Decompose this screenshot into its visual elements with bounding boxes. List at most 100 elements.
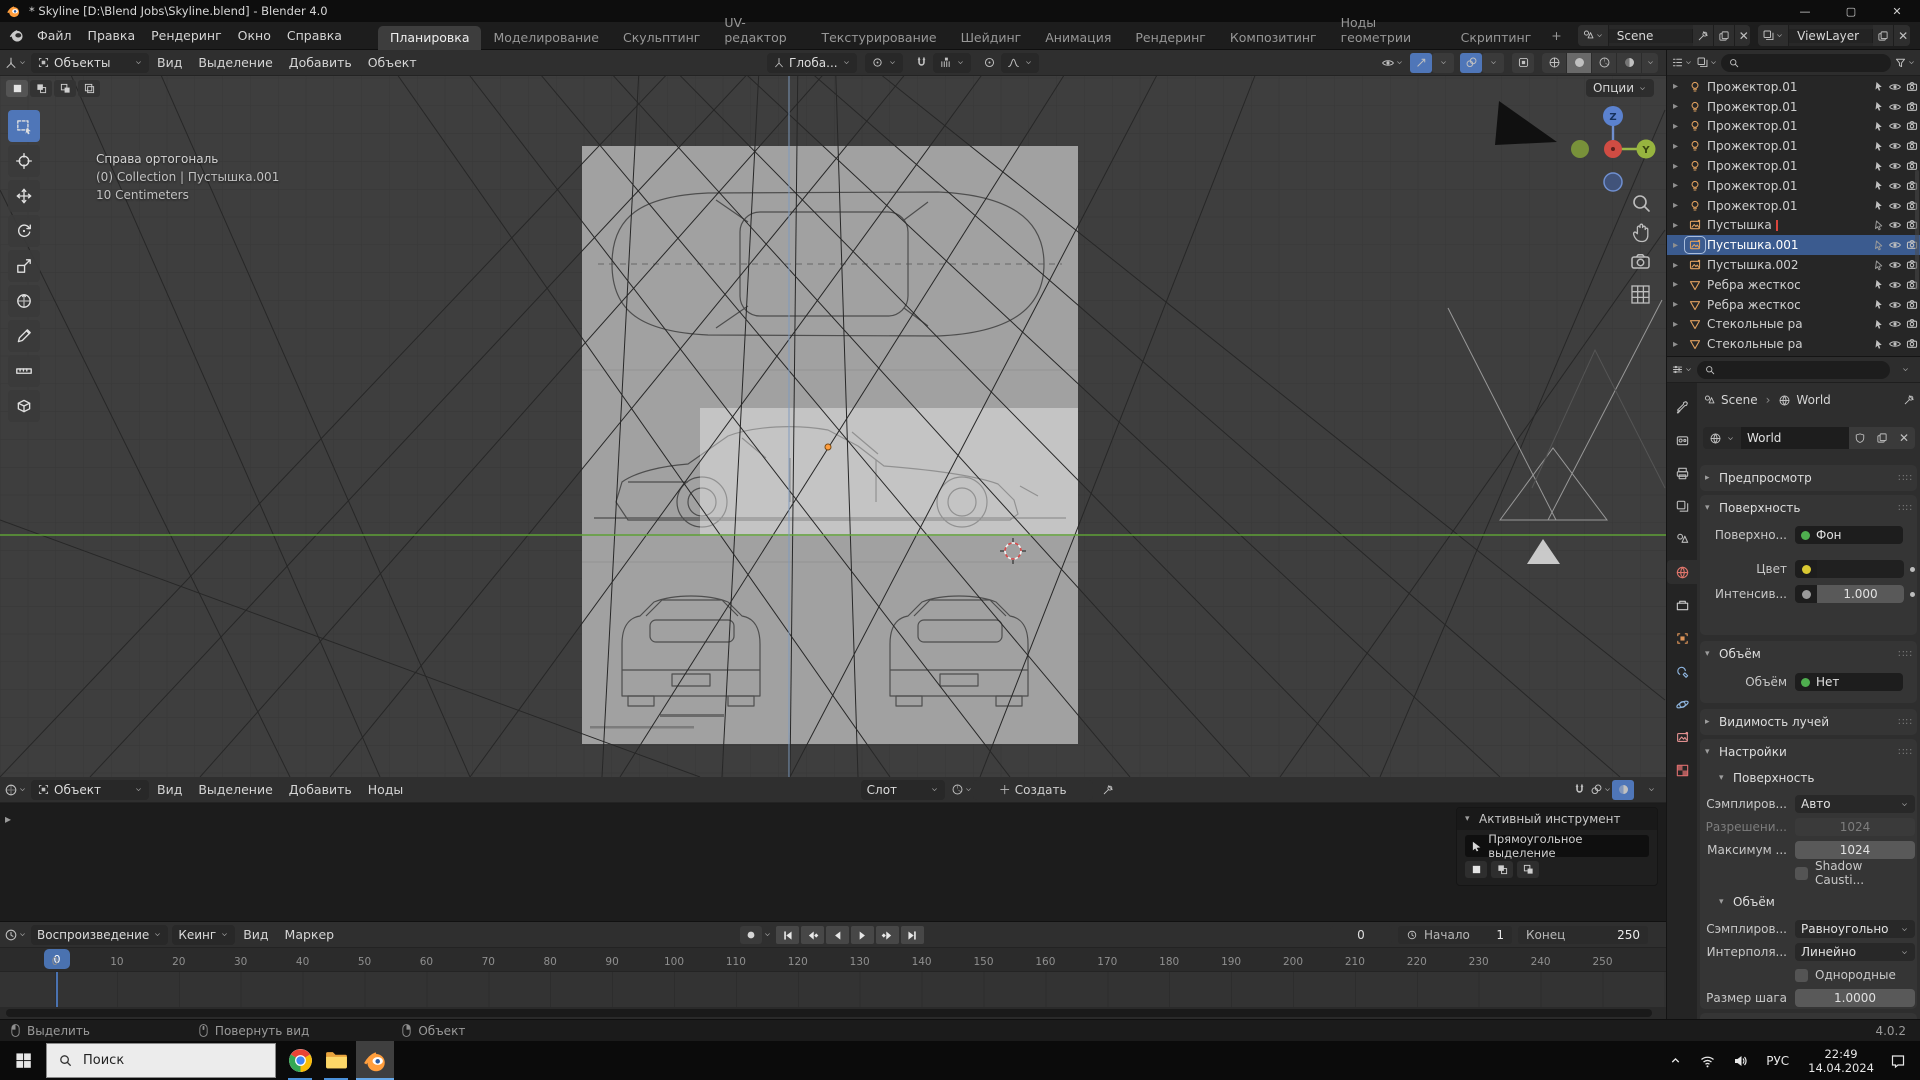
viewlayer-name[interactable]: ViewLayer [1789, 29, 1873, 43]
subpanel-volume[interactable]: ▾Объём [1719, 890, 1913, 914]
selectable-toggle-icon[interactable] [1872, 338, 1885, 351]
viewport-menu-3[interactable]: Объект [360, 50, 425, 77]
expand-icon[interactable]: ▸ [1673, 180, 1686, 191]
falloff-dropdown[interactable] [1001, 53, 1039, 73]
tab-7[interactable]: Рендеринг [1123, 26, 1218, 50]
minimize-button[interactable]: — [1782, 0, 1828, 22]
expand-icon[interactable]: ▸ [1673, 121, 1686, 132]
tab-8[interactable]: Композитинг [1218, 26, 1329, 50]
playback-menu[interactable]: Воспроизведение [31, 925, 168, 945]
tool-measure-button[interactable] [8, 355, 40, 387]
gizmo-axis-neg-y[interactable] [1571, 140, 1589, 158]
outliner-row-2[interactable]: ▸Прожектор.01 [1667, 117, 1920, 137]
step-size-field[interactable]: 1.0000 [1795, 989, 1915, 1007]
expand-icon[interactable]: ▸ [1673, 299, 1686, 310]
viewport-menu-0[interactable]: Вид [149, 50, 190, 77]
selectable-toggle-icon[interactable] [1872, 120, 1885, 133]
expand-icon[interactable]: ▸ [1673, 161, 1686, 172]
tool-box-select-button[interactable] [8, 110, 40, 142]
shading-rendered-icon[interactable] [1617, 53, 1642, 73]
fake-user-shield-icon[interactable] [1849, 427, 1871, 449]
scene-name[interactable]: Scene [1609, 29, 1693, 43]
new-scene-button[interactable] [1714, 25, 1735, 46]
properties-editor-type-button[interactable] [1671, 360, 1693, 380]
strength-slider[interactable]: 1.000 [1795, 585, 1904, 603]
tab-2[interactable]: Скульптинг [611, 26, 712, 50]
render-visibility-camera-icon[interactable] [1905, 100, 1919, 114]
active-tool-panel-header[interactable]: ▾Активный инструмент [1457, 808, 1657, 830]
viewport-menu-1[interactable]: Выделение [190, 50, 280, 77]
snap-magnet-icon[interactable] [911, 53, 933, 73]
outliner-row-0[interactable]: ▸Прожектор.01 [1667, 77, 1920, 97]
shading-material-icon[interactable] [1592, 53, 1617, 73]
material-browse-button[interactable] [951, 780, 973, 800]
next-keyframe-button[interactable] [876, 926, 899, 944]
timeline-scrollbar-handle[interactable] [6, 1009, 1652, 1017]
selectable-toggle-icon[interactable] [1872, 318, 1885, 331]
shader-menu-0[interactable]: Вид [149, 776, 190, 804]
active-tool-row[interactable]: Прямоугольное выделение [1465, 835, 1649, 857]
editor-type-button[interactable] [4, 53, 27, 73]
tray-action-center-icon[interactable] [1890, 1053, 1906, 1069]
selectable-toggle-icon[interactable] [1872, 298, 1885, 311]
shader-menu-1[interactable]: Выделение [190, 776, 280, 804]
taskbar-chrome-icon[interactable] [281, 1041, 319, 1080]
visibility-dropdown[interactable] [1381, 53, 1404, 73]
expand-icon[interactable]: ▸ [1673, 220, 1686, 231]
shader-menu-2[interactable]: Добавить [281, 776, 360, 804]
outliner-display-mode-dropdown[interactable] [1696, 53, 1718, 73]
main-menu-2[interactable]: Рендеринг [143, 22, 230, 50]
unlink-world-button[interactable]: ✕ [1893, 427, 1915, 449]
tray-chevron-up-icon[interactable] [1669, 1054, 1682, 1067]
select-mode-new-button[interactable] [6, 80, 28, 97]
overlays-toggle[interactable] [1460, 53, 1482, 73]
selectable-toggle-icon[interactable] [1872, 80, 1885, 93]
shading-wireframe-icon[interactable] [1542, 53, 1567, 73]
timeline-editor-type-button[interactable] [4, 925, 27, 945]
hide-eye-icon[interactable] [1888, 159, 1902, 173]
outliner-row-8[interactable]: ▸Пустышка.001 [1667, 235, 1920, 255]
properties-tab-data[interactable] [1667, 725, 1697, 749]
gizmo-axis-neg-z[interactable] [1604, 173, 1622, 191]
frame-start-field[interactable]: Начало1 [1398, 926, 1512, 944]
shader-mode-selector[interactable]: Объект [31, 780, 149, 800]
timeline-marker-menu[interactable]: Маркер [277, 921, 343, 949]
shader-snap-icon[interactable] [1568, 780, 1590, 800]
render-visibility-camera-icon[interactable] [1905, 80, 1919, 94]
render-visibility-camera-icon[interactable] [1905, 298, 1919, 312]
tab-3[interactable]: UV-редактор [712, 11, 809, 50]
viewlayer-browse-button[interactable] [1758, 25, 1789, 46]
hide-eye-icon[interactable] [1888, 298, 1902, 312]
outliner-row-1[interactable]: ▸Прожектор.01 [1667, 97, 1920, 117]
properties-tab-world[interactable] [1667, 560, 1697, 584]
selectable-toggle-icon[interactable] [1872, 199, 1885, 212]
tab-5[interactable]: Шейдинг [949, 26, 1034, 50]
shadow-caustics-checkbox[interactable] [1795, 867, 1808, 880]
animate-color-dot[interactable] [1910, 567, 1915, 572]
shading-dropdown[interactable] [1642, 53, 1658, 73]
shader-shading-dropdown[interactable] [1640, 780, 1662, 800]
hide-eye-icon[interactable] [1888, 100, 1902, 114]
3d-viewport[interactable]: Z Y Объекты [0, 50, 1666, 777]
play-button[interactable] [851, 926, 874, 944]
tp-mode-1-button[interactable] [1465, 861, 1487, 878]
expand-icon[interactable]: ▸ [1673, 81, 1686, 92]
outliner-editor-type-button[interactable] [1671, 53, 1693, 73]
expand-icon[interactable]: ▸ [1673, 200, 1686, 211]
new-viewlayer-button[interactable] [1873, 25, 1894, 46]
pin-scene-icon[interactable] [1693, 25, 1714, 46]
outliner-scrollbar[interactable] [1915, 170, 1919, 290]
outliner-row-9[interactable]: ▸Пустышка.002 [1667, 255, 1920, 275]
surface-shader-field[interactable]: Фон [1795, 526, 1903, 544]
properties-tab-object[interactable] [1667, 626, 1697, 650]
select-mode-intersect-button[interactable] [78, 80, 100, 97]
tab-1[interactable]: Моделирование [481, 26, 610, 50]
jump-end-button[interactable] [901, 926, 924, 944]
tray-volume-icon[interactable] [1732, 1053, 1749, 1069]
xray-toggle[interactable] [1512, 53, 1534, 73]
keying-menu[interactable]: Кеинг [172, 925, 235, 945]
surface-resolution-field[interactable]: 1024 [1795, 818, 1915, 836]
start-button[interactable] [0, 1041, 46, 1080]
surface-sampling-dropdown[interactable]: Авто [1795, 795, 1915, 813]
hide-eye-icon[interactable] [1888, 317, 1902, 331]
